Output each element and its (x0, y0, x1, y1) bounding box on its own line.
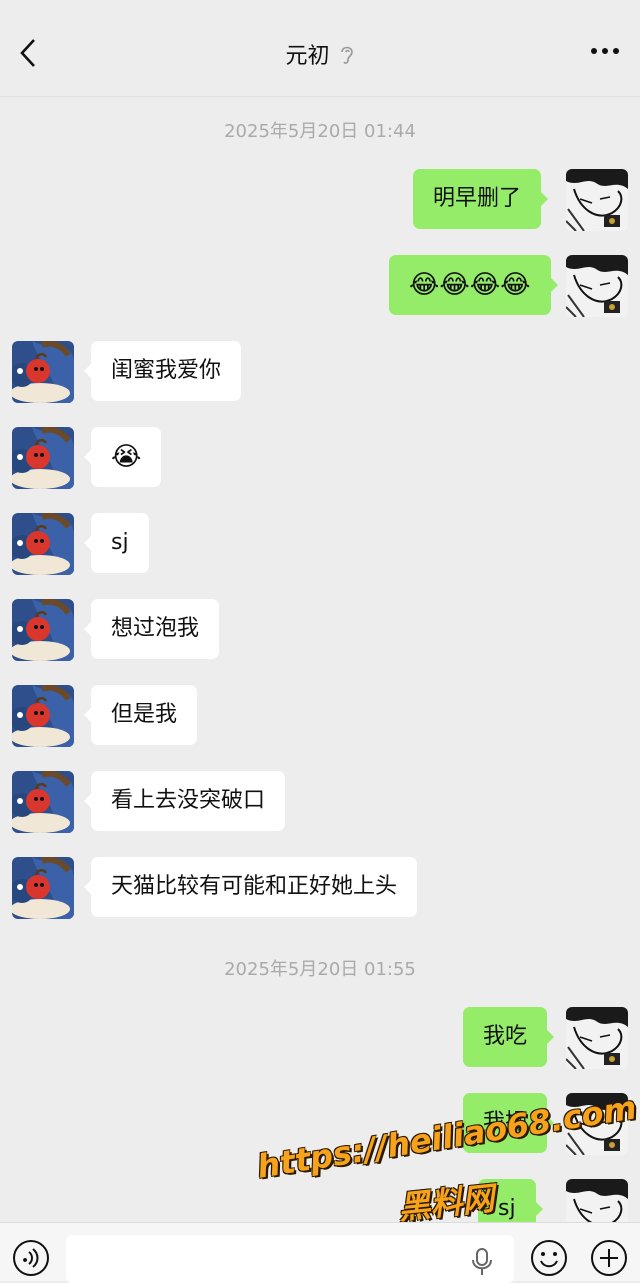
chat-title-container: 元初 (0, 38, 640, 70)
contact-avatar[interactable] (12, 341, 74, 403)
contact-avatar[interactable] (12, 599, 74, 661)
manga-avatar-image (566, 255, 628, 317)
chat-timestamp: 2025年5月20日 01:44 (224, 121, 416, 142)
message-bubble-incoming[interactable]: 想过泡我 (83, 599, 220, 659)
voice-icon[interactable] (12, 1239, 50, 1277)
mic-icon[interactable] (470, 1247, 494, 1277)
fruit-avatar-image (12, 341, 74, 403)
my-avatar[interactable] (566, 255, 628, 317)
message-bubble-outgoing[interactable]: 😂😂😂😂 (389, 255, 558, 315)
message-bubble-incoming[interactable]: sj (84, 513, 149, 573)
message-bubble-incoming[interactable]: 天猫比较有可能和正好她上头 (83, 857, 418, 917)
manga-avatar-image (566, 169, 628, 231)
fruit-avatar-image (12, 685, 74, 747)
my-avatar[interactable] (566, 169, 628, 231)
message-bubble-incoming[interactable]: 但是我 (83, 685, 198, 745)
fruit-avatar-image (12, 857, 74, 919)
contact-avatar[interactable] (12, 513, 74, 575)
message-bubble-outgoing[interactable]: 明早删了 (413, 169, 549, 229)
more-dots-icon[interactable] (590, 44, 620, 58)
my-avatar[interactable] (566, 1007, 628, 1069)
chat-header: 元初 (0, 0, 640, 97)
message-bubble-incoming[interactable]: 看上去没突破口 (83, 771, 286, 831)
fruit-avatar-image (12, 427, 74, 489)
contact-avatar[interactable] (12, 771, 74, 833)
chat-input-bar (0, 1222, 640, 1283)
fruit-avatar-image (12, 513, 74, 575)
chat-title[interactable]: 元初 (285, 44, 329, 69)
ear-icon (340, 46, 353, 64)
plus-icon[interactable] (590, 1239, 628, 1277)
fruit-avatar-image (12, 771, 74, 833)
crying-emoji-text: 😭 (111, 442, 142, 472)
message-bubble-incoming[interactable]: 闺蜜我爱你 (83, 341, 242, 401)
contact-avatar[interactable] (12, 857, 74, 919)
fruit-avatar-image (12, 599, 74, 661)
emoji-face-icon[interactable] (530, 1239, 568, 1277)
contact-avatar[interactable] (12, 685, 74, 747)
contact-avatar[interactable] (12, 427, 74, 489)
message-bubble-incoming[interactable]: 😭 (83, 427, 162, 487)
manga-avatar-image (566, 1007, 628, 1069)
laughing-emoji-text: 😂😂😂😂 (409, 270, 531, 300)
message-bubble-outgoing[interactable]: 我吃 (463, 1007, 555, 1067)
message-input[interactable] (66, 1235, 514, 1283)
chat-timestamp: 2025年5月20日 01:55 (224, 959, 416, 980)
